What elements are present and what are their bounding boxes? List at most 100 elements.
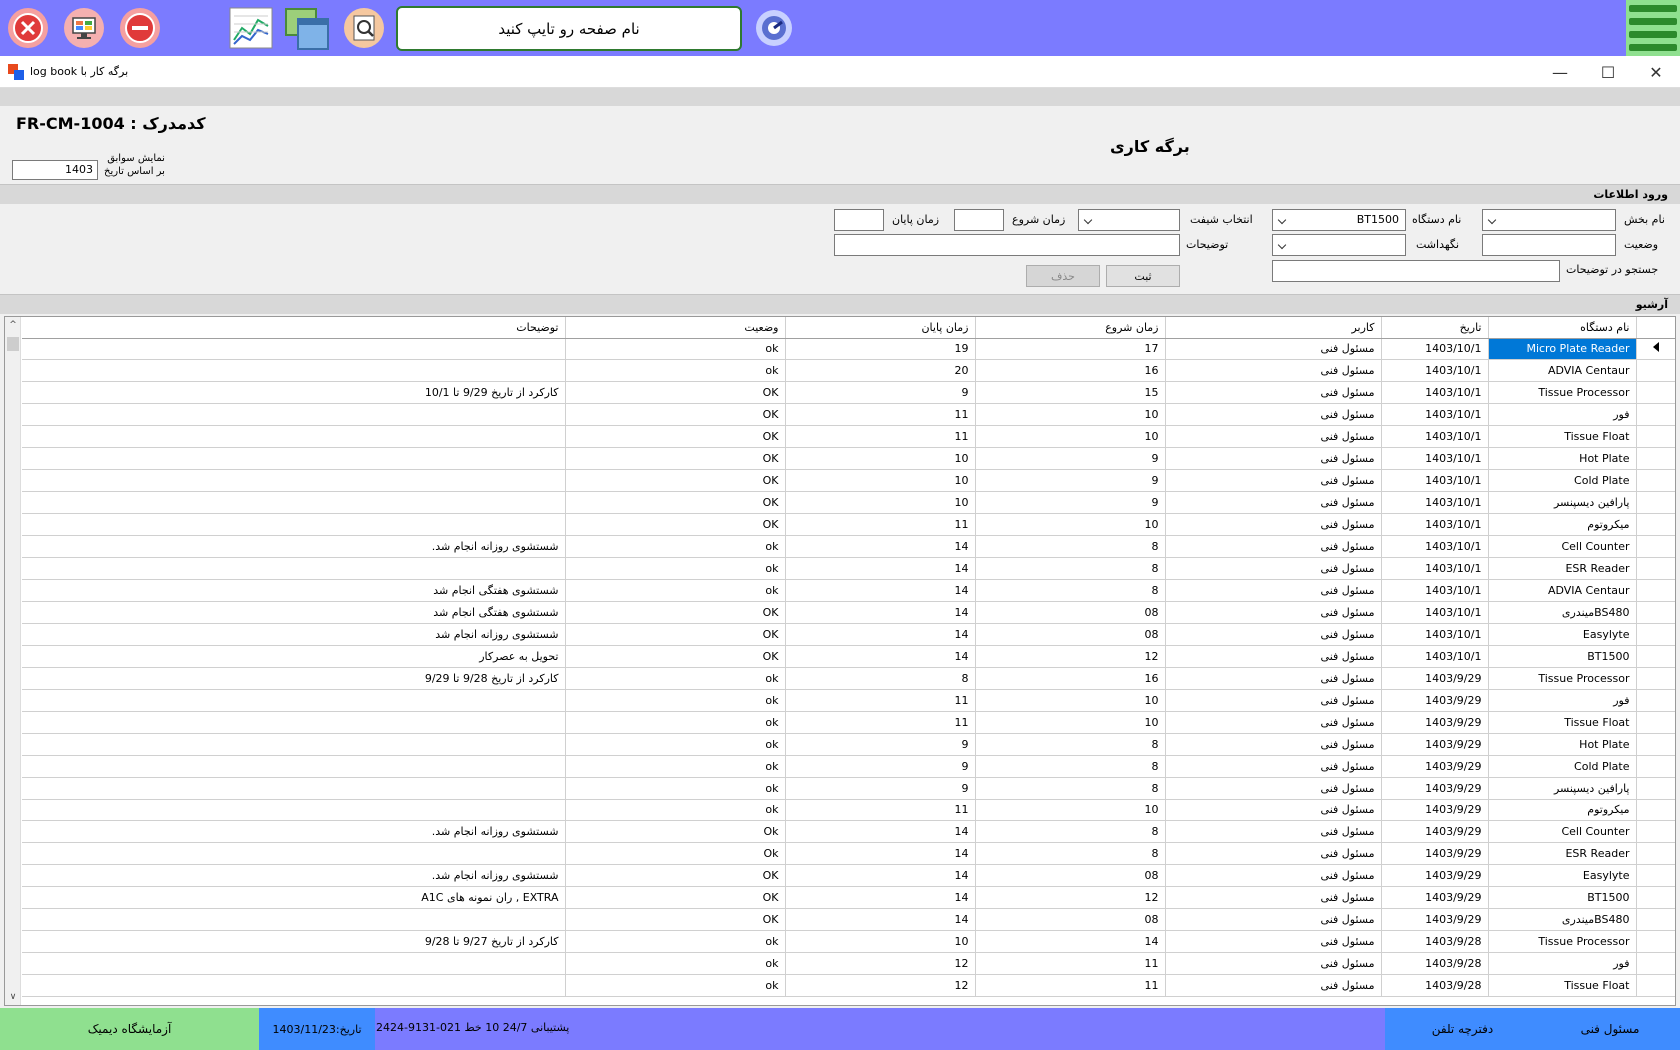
cell-date[interactable]: 1403/10/1: [1381, 425, 1489, 449]
cell-device[interactable]: BT1500: [1488, 645, 1637, 668]
row-header-cell[interactable]: [1636, 447, 1675, 471]
cell-status[interactable]: OK: [565, 491, 786, 515]
cell-user[interactable]: مسئول فنی: [1165, 930, 1382, 954]
cell-device[interactable]: Cell Counter: [1488, 535, 1637, 559]
table-row[interactable]: Cell Counter 1403/9/29 مسئول فنی 8 14 Ok شستشو…: [22, 820, 1675, 844]
cell-user[interactable]: مسئول فنی: [1165, 491, 1382, 515]
cell-device[interactable]: Tissue Float: [1488, 974, 1637, 998]
scroll-up-icon[interactable]: ^: [5, 317, 21, 333]
cell-status[interactable]: ok: [565, 711, 786, 734]
cell-user[interactable]: مسئول فنی: [1165, 338, 1382, 361]
cell-device[interactable]: Easylyte: [1488, 864, 1637, 888]
cell-end[interactable]: 14: [785, 557, 976, 580]
device-select[interactable]: BT1500: [1272, 209, 1406, 231]
cell-date[interactable]: 1403/9/28: [1381, 930, 1489, 954]
cell-end[interactable]: 14: [785, 645, 976, 668]
cell-user[interactable]: مسئول فنی: [1165, 425, 1382, 449]
cell-user[interactable]: مسئول فنی: [1165, 645, 1382, 668]
cell-status[interactable]: ok: [565, 359, 786, 383]
table-row[interactable]: Tissue Processor 1403/10/1 مسئول فنی 15 9 OK ک…: [22, 381, 1675, 405]
row-header-cell[interactable]: [1636, 930, 1675, 954]
cell-status[interactable]: OK: [565, 469, 786, 493]
cell-end[interactable]: 12: [785, 952, 976, 976]
cell-status[interactable]: OK: [565, 886, 786, 910]
cell-notes[interactable]: [22, 491, 566, 515]
row-header-cell[interactable]: [1636, 469, 1675, 493]
cell-end[interactable]: 9: [785, 733, 976, 756]
cell-device[interactable]: پارافین دیسپنسر: [1488, 491, 1637, 515]
cell-notes[interactable]: تحویل به عصرکار: [22, 645, 566, 668]
history-year-input[interactable]: 1403: [12, 160, 98, 180]
cell-notes[interactable]: شستشوی روزانه انجام شد.: [22, 864, 566, 888]
table-row[interactable]: Cell Counter 1403/10/1 مسئول فنی 8 14 ok شستشو…: [22, 535, 1675, 559]
cell-start[interactable]: 15: [975, 381, 1166, 405]
cell-user[interactable]: مسئول فنی: [1165, 601, 1382, 624]
cell-status[interactable]: ok: [565, 777, 786, 800]
cell-start[interactable]: 9: [975, 447, 1166, 471]
row-header-cell[interactable]: [1636, 579, 1675, 602]
table-row[interactable]: ADVIA Centaur 1403/10/1 مسئول فنی 16 20 ok: [22, 359, 1675, 383]
cell-date[interactable]: 1403/9/29: [1381, 711, 1489, 734]
monitor-icon[interactable]: [62, 6, 106, 50]
cell-date[interactable]: 1403/9/29: [1381, 689, 1489, 712]
section-select[interactable]: [1482, 209, 1616, 231]
column-header[interactable]: زمان شروع: [975, 317, 1166, 339]
cell-status[interactable]: ok: [565, 338, 786, 361]
cell-user[interactable]: مسئول فنی: [1165, 689, 1382, 712]
cell-user[interactable]: مسئول فنی: [1165, 864, 1382, 888]
column-header[interactable]: نام دستگاه: [1488, 317, 1637, 339]
hamburger-menu-icon[interactable]: [1626, 0, 1680, 56]
row-header-cell[interactable]: [1636, 689, 1675, 712]
cell-device[interactable]: فور: [1488, 952, 1637, 976]
row-header-cell[interactable]: [1636, 403, 1675, 427]
cell-status[interactable]: OK: [565, 381, 786, 405]
cell-status[interactable]: OK: [565, 403, 786, 427]
cell-device[interactable]: BT1500: [1488, 886, 1637, 910]
cell-user[interactable]: مسئول فنی: [1165, 777, 1382, 800]
cell-end[interactable]: 10: [785, 930, 976, 954]
cell-date[interactable]: 1403/9/29: [1381, 864, 1489, 888]
cell-notes[interactable]: [22, 733, 566, 756]
cell-user[interactable]: مسئول فنی: [1165, 469, 1382, 493]
cell-device[interactable]: Cold Plate: [1488, 755, 1637, 778]
cell-status[interactable]: Ok: [565, 842, 786, 866]
chart-icon[interactable]: [228, 6, 274, 50]
cell-notes[interactable]: شستشوی روزانه انجام شد.: [22, 535, 566, 559]
cell-notes[interactable]: [22, 689, 566, 712]
row-header-cell[interactable]: [1636, 535, 1675, 559]
cell-device[interactable]: Easylyte: [1488, 623, 1637, 646]
table-row[interactable]: میکروتوم 1403/10/1 مسئول فنی 10 11 OK: [22, 513, 1675, 537]
cell-start[interactable]: 14: [975, 930, 1166, 954]
cell-end[interactable]: 9: [785, 755, 976, 778]
cell-user[interactable]: مسئول فنی: [1165, 557, 1382, 580]
cell-date[interactable]: 1403/9/29: [1381, 820, 1489, 844]
cell-start[interactable]: 10: [975, 799, 1166, 822]
cell-device[interactable]: فور: [1488, 403, 1637, 427]
cell-end[interactable]: 14: [785, 579, 976, 602]
table-row[interactable]: فور 1403/9/28 مسئول فنی 11 12 ok: [22, 952, 1675, 976]
cell-notes[interactable]: [22, 777, 566, 800]
table-row[interactable]: Tissue Float 1403/10/1 مسئول فنی 10 11 OK: [22, 425, 1675, 449]
table-row[interactable]: ESR Reader 1403/10/1 مسئول فنی 8 14 ok: [22, 557, 1675, 580]
cell-device[interactable]: Micro Plate Reader: [1488, 338, 1637, 361]
cell-end[interactable]: 11: [785, 711, 976, 734]
row-header-cell[interactable]: [1636, 667, 1675, 690]
cell-start[interactable]: 10: [975, 711, 1166, 734]
cell-user[interactable]: مسئول فنی: [1165, 535, 1382, 559]
cell-notes[interactable]: [22, 425, 566, 449]
cell-date[interactable]: 1403/9/29: [1381, 908, 1489, 932]
row-header-cell[interactable]: [1636, 755, 1675, 778]
cell-notes[interactable]: [22, 799, 566, 822]
cell-date[interactable]: 1403/9/29: [1381, 799, 1489, 822]
cell-date[interactable]: 1403/10/1: [1381, 381, 1489, 405]
scroll-thumb[interactable]: [7, 337, 19, 351]
table-row[interactable]: Easylyte 1403/10/1 مسئول فنی 08 14 OK شستشوی ر…: [22, 623, 1675, 646]
cell-status[interactable]: ok: [565, 733, 786, 756]
cell-start[interactable]: 08: [975, 908, 1166, 932]
cell-start[interactable]: 16: [975, 667, 1166, 690]
cell-user[interactable]: مسئول فنی: [1165, 403, 1382, 427]
cell-start[interactable]: 9: [975, 469, 1166, 493]
cell-date[interactable]: 1403/9/28: [1381, 952, 1489, 976]
cell-user[interactable]: مسئول فنی: [1165, 974, 1382, 998]
cell-notes[interactable]: شستشوی هفتگی انجام شد: [22, 579, 566, 602]
